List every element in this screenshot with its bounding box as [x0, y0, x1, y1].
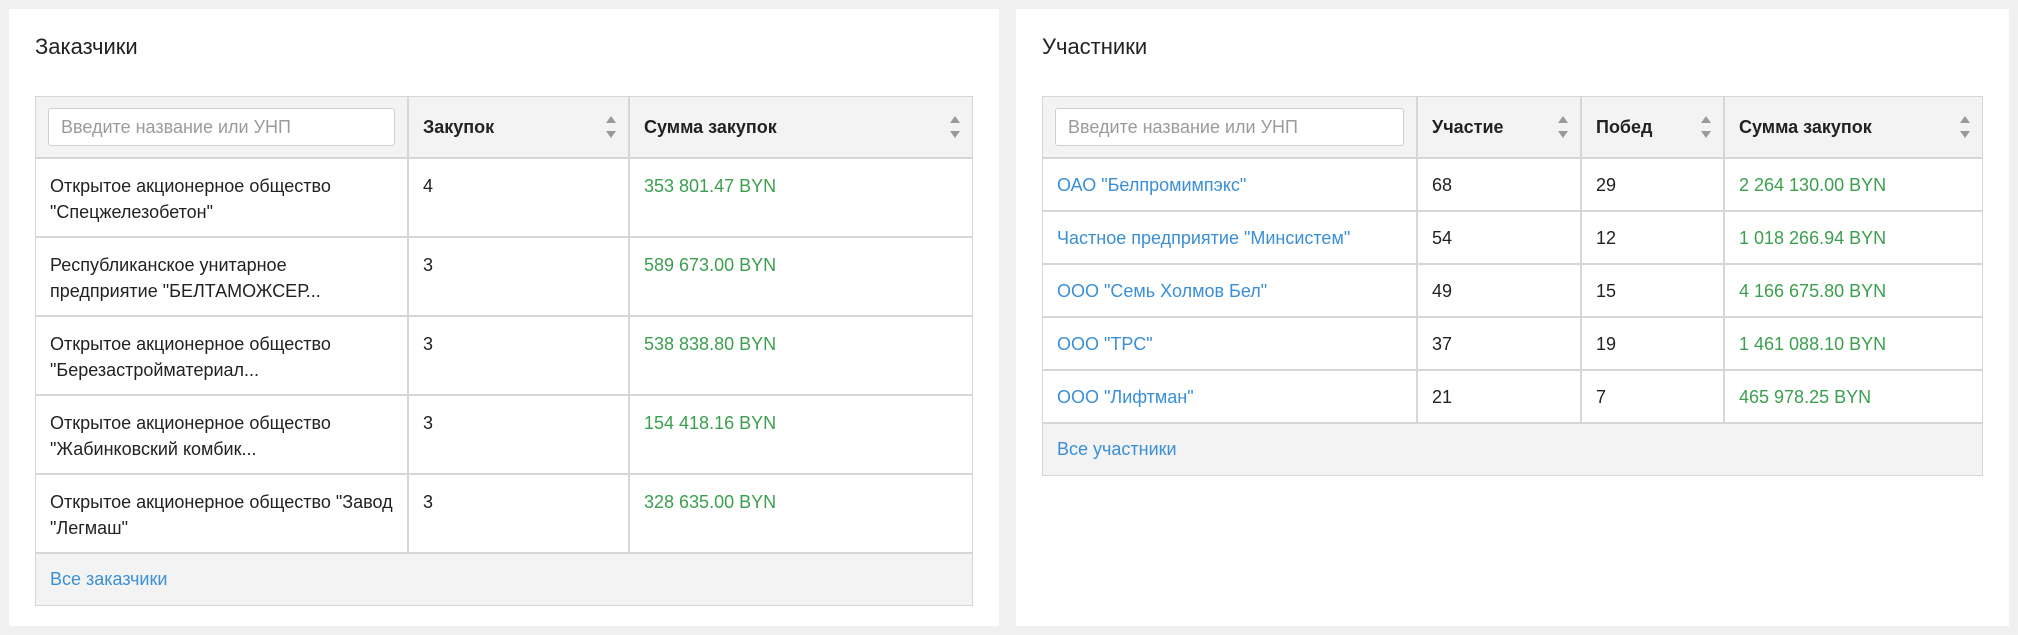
participants-panel: Участники Участие Побед	[1016, 9, 2009, 626]
participants-col-wins[interactable]: Побед	[1581, 97, 1725, 159]
customers-panel: Заказчики Закупок Сумма закупок	[9, 9, 999, 626]
participant-wins: 12	[1581, 211, 1725, 265]
table-row: Открытое акционерное общество "Спецжелез…	[36, 158, 972, 238]
customers-table-wrap: Закупок Сумма закупок Открытое акционерн…	[35, 96, 973, 606]
customer-name: Открытое акционерное общество "Жабинковс…	[36, 395, 409, 475]
participant-link[interactable]: ООО "ТРС"	[1057, 334, 1153, 354]
column-label: Сумма закупок	[644, 116, 777, 137]
table-row: Открытое акционерное общество "Березастр…	[36, 316, 972, 396]
table-row: ОАО "Белпромимпэкс" 68 29 2 264 130.00 B…	[1043, 158, 1982, 212]
participants-search-cell	[1043, 97, 1418, 159]
customers-title: Заказчики	[35, 34, 138, 59]
customers-footer: Все заказчики	[36, 554, 972, 605]
participant-participation: 21	[1417, 370, 1582, 424]
customer-sum: 589 673.00 BYN	[629, 237, 972, 317]
participant-participation: 49	[1417, 264, 1582, 318]
customers-search-input[interactable]	[48, 108, 395, 146]
sort-arrows-icon[interactable]	[1558, 116, 1568, 138]
participant-sum: 4 166 675.80 BYN	[1724, 264, 1982, 318]
customers-header-row: Закупок Сумма закупок	[36, 97, 972, 159]
participants-col-participation[interactable]: Участие	[1417, 97, 1582, 159]
table-row: Открытое акционерное общество "Завод "Ле…	[36, 474, 972, 554]
table-row: ООО "Семь Холмов Бел" 49 15 4 166 675.80…	[1043, 264, 1982, 318]
customer-sum: 538 838.80 BYN	[629, 316, 972, 396]
column-label: Побед	[1596, 116, 1653, 137]
participant-wins: 29	[1581, 158, 1725, 212]
sort-arrows-icon[interactable]	[1701, 116, 1711, 138]
participant-name-cell: ООО "Лифтман"	[1043, 370, 1418, 424]
sort-arrows-icon[interactable]	[606, 116, 616, 138]
participant-sum: 465 978.25 BYN	[1724, 370, 1982, 424]
participant-link[interactable]: ООО "Лифтман"	[1057, 387, 1194, 407]
participant-wins: 15	[1581, 264, 1725, 318]
participants-col-sum[interactable]: Сумма закупок	[1724, 97, 1982, 159]
sort-arrows-icon[interactable]	[1960, 116, 1970, 138]
participants-title: Участники	[1042, 34, 1148, 59]
table-row: Республиканское унитарное предприятие "Б…	[36, 237, 972, 317]
all-participants-link[interactable]: Все участники	[1057, 439, 1177, 460]
customers-table: Закупок Сумма закупок Открытое акционерн…	[36, 97, 972, 554]
customer-sum: 154 418.16 BYN	[629, 395, 972, 475]
participants-table-wrap: Участие Побед Сумма закупок	[1042, 96, 1983, 476]
customer-name: Открытое акционерное общество "Березастр…	[36, 316, 409, 396]
participant-wins: 19	[1581, 317, 1725, 371]
customer-count: 3	[408, 316, 630, 396]
all-customers-link[interactable]: Все заказчики	[50, 569, 167, 590]
customer-sum: 353 801.47 BYN	[629, 158, 972, 238]
participant-sum: 1 461 088.10 BYN	[1724, 317, 1982, 371]
dashboard: Заказчики Закупок Сумма закупок	[0, 0, 2018, 635]
table-row: Открытое акционерное общество "Жабинковс…	[36, 395, 972, 475]
participants-header-row: Участие Побед Сумма закупок	[1043, 97, 1982, 159]
customer-count: 4	[408, 158, 630, 238]
customer-name: Республиканское унитарное предприятие "Б…	[36, 237, 409, 317]
table-row: ООО "Лифтман" 21 7 465 978.25 BYN	[1043, 370, 1982, 424]
customer-count: 3	[408, 395, 630, 475]
customers-col-sum[interactable]: Сумма закупок	[629, 97, 972, 159]
participant-name-cell: Частное предприятие "Минсистем"	[1043, 211, 1418, 265]
table-row: Частное предприятие "Минсистем" 54 12 1 …	[1043, 211, 1982, 265]
column-label: Сумма закупок	[1739, 116, 1872, 137]
participant-link[interactable]: ОАО "Белпромимпэкс"	[1057, 175, 1246, 195]
participant-participation: 54	[1417, 211, 1582, 265]
participant-link[interactable]: ООО "Семь Холмов Бел"	[1057, 281, 1267, 301]
participant-wins: 7	[1581, 370, 1725, 424]
column-label: Закупок	[423, 116, 495, 137]
participant-sum: 2 264 130.00 BYN	[1724, 158, 1982, 212]
column-label: Участие	[1432, 116, 1504, 137]
customer-name: Открытое акционерное общество "Спецжелез…	[36, 158, 409, 238]
participant-sum: 1 018 266.94 BYN	[1724, 211, 1982, 265]
customer-count: 3	[408, 237, 630, 317]
customers-col-count[interactable]: Закупок	[408, 97, 630, 159]
customer-count: 3	[408, 474, 630, 554]
participant-participation: 37	[1417, 317, 1582, 371]
participants-table: Участие Побед Сумма закупок	[1043, 97, 1982, 424]
participant-participation: 68	[1417, 158, 1582, 212]
customer-name: Открытое акционерное общество "Завод "Ле…	[36, 474, 409, 554]
sort-arrows-icon[interactable]	[950, 116, 960, 138]
participant-link[interactable]: Частное предприятие "Минсистем"	[1057, 228, 1350, 248]
customers-search-cell	[36, 97, 409, 159]
participants-footer: Все участники	[1043, 424, 1982, 475]
table-row: ООО "ТРС" 37 19 1 461 088.10 BYN	[1043, 317, 1982, 371]
customer-sum: 328 635.00 BYN	[629, 474, 972, 554]
participant-name-cell: ООО "Семь Холмов Бел"	[1043, 264, 1418, 318]
participant-name-cell: ООО "ТРС"	[1043, 317, 1418, 371]
participants-search-input[interactable]	[1055, 108, 1404, 146]
participant-name-cell: ОАО "Белпромимпэкс"	[1043, 158, 1418, 212]
